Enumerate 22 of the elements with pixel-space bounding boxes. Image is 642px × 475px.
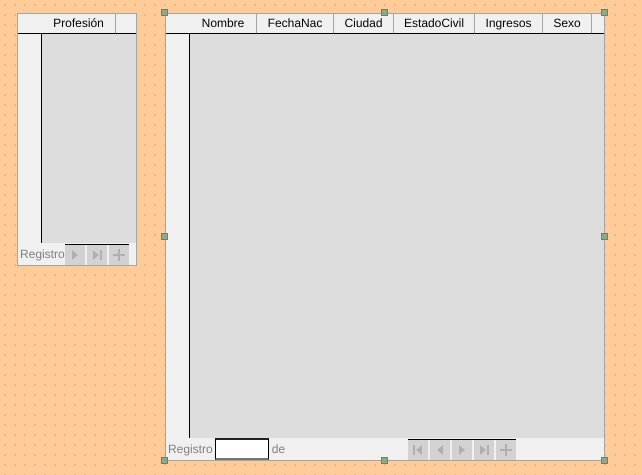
- resize-handle[interactable]: [161, 233, 168, 240]
- column-header[interactable]: Profesión: [42, 14, 116, 33]
- resize-handle[interactable]: [381, 9, 388, 16]
- record-label: Registro: [167, 441, 213, 458]
- resize-handle[interactable]: [601, 9, 608, 16]
- column-header[interactable]: Sexo: [543, 14, 592, 33]
- table-control[interactable]: Nombre FechaNac Ciudad EstadoCivil Ingresos Sexo Registro de: [165, 13, 605, 461]
- record-count-label: de: [270, 441, 286, 458]
- column-header[interactable]: Nombre: [190, 14, 257, 33]
- resize-handle[interactable]: [601, 233, 608, 240]
- resize-handle[interactable]: [381, 457, 388, 464]
- resize-handle[interactable]: [601, 457, 608, 464]
- plus-icon: [110, 246, 127, 262]
- column-header[interactable]: EstadoCivil: [394, 14, 475, 33]
- plus-icon: [498, 442, 514, 458]
- record-label: Registro: [19, 246, 65, 263]
- resize-handle[interactable]: [161, 9, 168, 16]
- resize-handle[interactable]: [161, 457, 168, 464]
- column-header[interactable]: Ingresos: [475, 14, 543, 33]
- record-number-field[interactable]: [214, 438, 269, 460]
- column-header[interactable]: FechaNac: [257, 14, 334, 33]
- table-control[interactable]: Profesión Registro: [17, 13, 137, 266]
